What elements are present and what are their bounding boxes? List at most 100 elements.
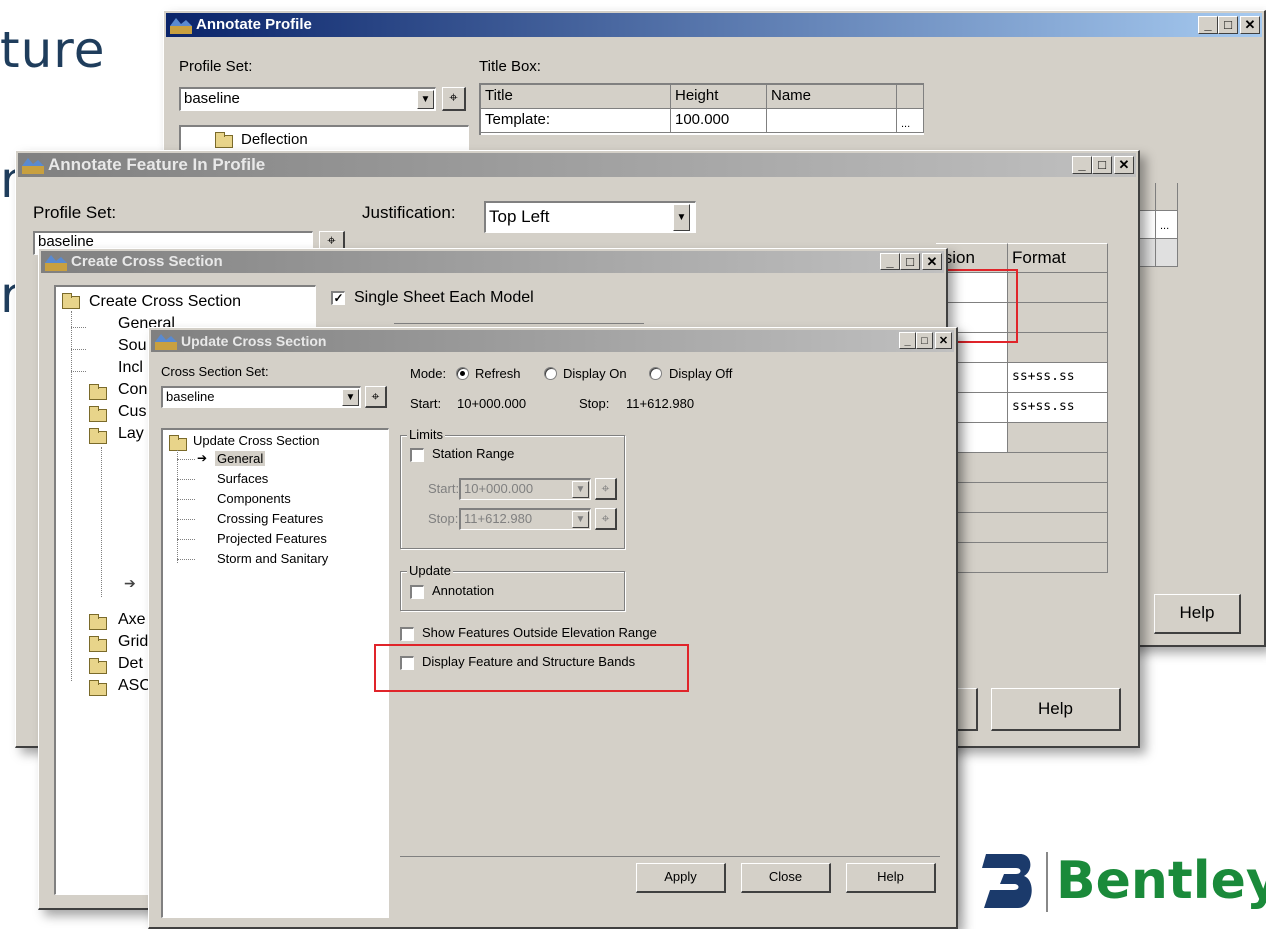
cell-title[interactable]: Template:	[481, 109, 671, 133]
create-cross-section-titlebar[interactable]: Create Cross Section _ □ ✕	[41, 251, 944, 273]
justification-dropdown[interactable]: Top Left	[484, 201, 696, 233]
tree-item-general[interactable]: General	[215, 451, 266, 466]
grid-cell	[1156, 239, 1178, 267]
minimize-icon[interactable]: _	[899, 332, 916, 349]
tree-item-projected-features[interactable]: Projected Features	[217, 531, 327, 546]
annotate-profile-titlebar[interactable]: Annotate Profile _ □ ✕	[166, 13, 1262, 37]
column-header-extra	[897, 85, 924, 109]
apply-button[interactable]: Apply	[636, 863, 726, 893]
arrow-right-icon: ➔	[197, 451, 208, 465]
maximize-icon[interactable]: □	[1218, 16, 1238, 34]
close-icon[interactable]: ✕	[935, 332, 952, 349]
tree-item-lay[interactable]: Lay	[118, 425, 144, 443]
format-cell[interactable]	[1008, 333, 1108, 363]
grid-ellipsis[interactable]: ...	[1156, 211, 1178, 239]
tree-item-asc[interactable]: ASC	[118, 677, 151, 695]
tree-item-include[interactable]: Incl	[118, 359, 143, 377]
crosshair-pick-button[interactable]: ⌖	[442, 87, 466, 111]
logo-divider	[1046, 852, 1048, 912]
tree-item-components[interactable]: Components	[217, 491, 291, 506]
column-header-format[interactable]: Format	[1008, 243, 1108, 273]
cross-section-set-dropdown[interactable]: baseline	[161, 386, 361, 408]
format-cell[interactable]	[936, 453, 1108, 483]
tree-item-root[interactable]: Update Cross Section	[193, 433, 319, 448]
tree-line	[71, 311, 72, 681]
help-button[interactable]: Help	[1154, 594, 1241, 634]
help-button[interactable]: Help	[846, 863, 936, 893]
format-cell[interactable]	[1008, 303, 1108, 333]
tree-line	[177, 519, 195, 520]
close-icon[interactable]: ✕	[922, 253, 942, 270]
single-sheet-checkbox[interactable]: ✓	[331, 291, 345, 305]
format-cell[interactable]: ss+ss.ss	[1008, 393, 1108, 423]
cell-height[interactable]: 100.000	[671, 109, 767, 133]
maximize-icon[interactable]: □	[1092, 156, 1112, 174]
tree-item-cus[interactable]: Cus	[118, 403, 146, 421]
tree-item-surfaces[interactable]: Surfaces	[217, 471, 268, 486]
station-range-checkbox[interactable]	[410, 448, 424, 462]
tree-line	[101, 447, 102, 597]
mode-display-off-label[interactable]: Display Off	[669, 366, 732, 381]
crosshair-pick-button[interactable]: ⌖	[595, 508, 617, 530]
column-header-name[interactable]: Name	[767, 85, 897, 109]
update-cross-section-titlebar[interactable]: Update Cross Section _ □ ✕	[151, 330, 954, 352]
column-header-title[interactable]: Title	[481, 85, 671, 109]
annotate-feature-titlebar[interactable]: Annotate Feature In Profile _ □ ✕	[18, 153, 1136, 177]
format-cell[interactable]	[1008, 273, 1108, 303]
annotation-checkbox[interactable]	[410, 585, 424, 599]
close-button[interactable]: Close	[741, 863, 831, 893]
folder-icon	[89, 680, 107, 696]
brand-name: Bentley	[1056, 851, 1266, 911]
tree-item-grid[interactable]: Grid	[118, 633, 148, 651]
close-icon[interactable]: ✕	[1114, 156, 1134, 174]
minimize-icon[interactable]: _	[1198, 16, 1218, 34]
tree-item-source[interactable]: Sou	[118, 337, 146, 355]
folder-open-icon	[169, 435, 187, 451]
close-icon[interactable]: ✕	[1240, 16, 1260, 34]
chevron-down-icon[interactable]: ▼	[572, 511, 589, 528]
minimize-icon[interactable]: _	[880, 253, 900, 270]
ellipsis-button[interactable]: ...	[897, 109, 924, 133]
tree-item-crossing-features[interactable]: Crossing Features	[217, 511, 323, 526]
chevron-down-icon[interactable]: ▼	[342, 389, 359, 406]
format-cell[interactable]	[1008, 423, 1108, 453]
chevron-down-icon[interactable]: ▼	[417, 90, 434, 109]
format-cell[interactable]	[936, 543, 1108, 573]
profile-set-dropdown[interactable]: baseline	[179, 87, 436, 111]
update-cross-section-tree[interactable]: Update Cross Section ➔ General Surfaces …	[161, 428, 389, 918]
mode-display-on-radio[interactable]	[544, 367, 557, 380]
mode-display-on-label[interactable]: Display On	[563, 366, 627, 381]
tree-line	[177, 459, 195, 460]
folder-icon	[89, 636, 107, 652]
update-group-label: Update	[407, 563, 453, 578]
limit-stop-label: Stop:	[428, 511, 459, 526]
tree-item-storm-sanitary[interactable]: Storm and Sanitary	[217, 551, 328, 566]
show-outside-checkbox[interactable]	[400, 627, 414, 641]
chevron-down-icon[interactable]: ▼	[572, 481, 589, 498]
mode-display-off-radio[interactable]	[649, 367, 662, 380]
bentley-logo: Bentley	[980, 848, 1266, 920]
maximize-icon[interactable]: □	[916, 332, 933, 349]
crosshair-pick-button[interactable]: ⌖	[365, 386, 387, 408]
tree-item-root[interactable]: Create Cross Section	[89, 293, 241, 311]
tree-item-con[interactable]: Con	[118, 381, 147, 399]
format-cell[interactable]	[936, 483, 1108, 513]
format-cell[interactable]: ss+ss.ss	[1008, 363, 1108, 393]
help-button[interactable]: Help	[991, 688, 1121, 731]
app-logo-icon	[155, 334, 177, 350]
tree-item-axe[interactable]: Axe	[118, 611, 146, 629]
tree-item-det[interactable]: Det	[118, 655, 143, 673]
chevron-down-icon[interactable]: ▼	[673, 204, 690, 231]
mode-refresh-radio[interactable]	[456, 367, 469, 380]
minimize-icon[interactable]: _	[1072, 156, 1092, 174]
cell-name[interactable]	[767, 109, 897, 133]
tree-line	[177, 539, 195, 540]
app-logo-icon	[170, 18, 192, 34]
folder-icon	[215, 132, 233, 148]
tree-item-deflection[interactable]: Deflection	[241, 131, 308, 148]
crosshair-pick-button[interactable]: ⌖	[595, 478, 617, 500]
format-cell[interactable]	[936, 513, 1108, 543]
mode-refresh-label[interactable]: Refresh	[475, 366, 521, 381]
maximize-icon[interactable]: □	[900, 253, 920, 270]
column-header-height[interactable]: Height	[671, 85, 767, 109]
